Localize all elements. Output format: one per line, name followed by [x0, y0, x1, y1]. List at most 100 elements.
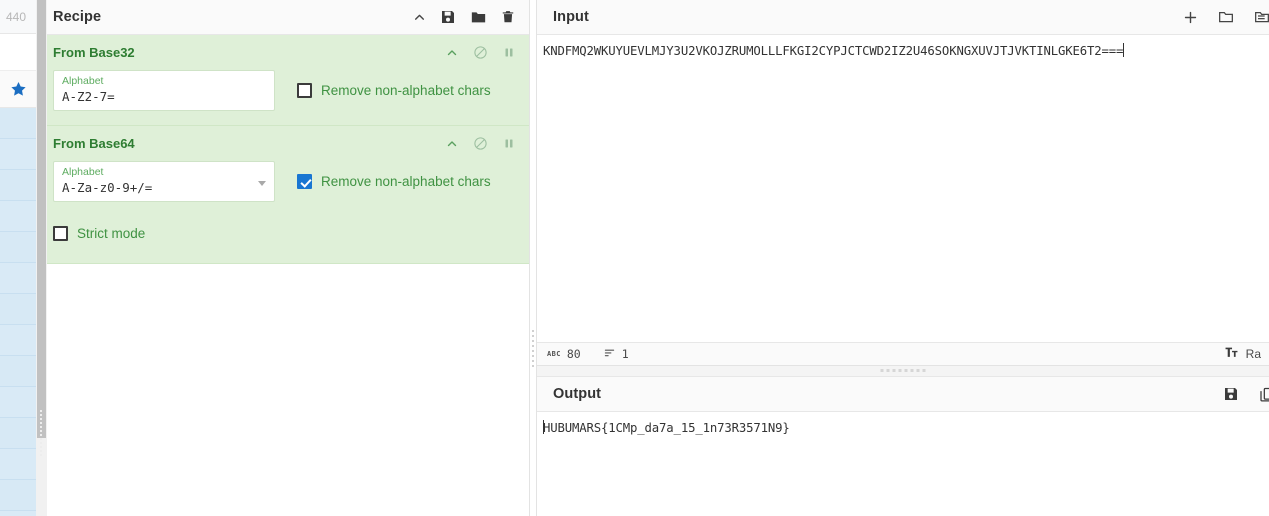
list-item[interactable] — [0, 356, 36, 387]
checkbox-label: Remove non-alphabet chars — [321, 83, 491, 98]
operation-arguments: Alphabet A-Za-z0-9+/= Remove non-alphabe… — [37, 157, 529, 212]
save-recipe-icon[interactable] — [440, 9, 456, 25]
checkbox-box[interactable] — [53, 226, 68, 241]
open-folder-icon[interactable] — [1217, 9, 1235, 25]
operation-controls — [446, 136, 515, 151]
input-title: Input — [553, 9, 589, 25]
output-value: HUBUMARS{1CMp_da7a_15_1n73R3571N9} — [543, 421, 790, 435]
alphabet-field[interactable]: Alphabet A-Z2-7= — [53, 70, 275, 111]
save-output-icon[interactable] — [1223, 386, 1239, 402]
list-item[interactable] — [0, 480, 36, 511]
lines-icon — [603, 347, 616, 361]
io-pane: Input KNDFMQ2WKUYUEVLMJY3U2VKOJZRUMOLLLF… — [537, 0, 1269, 516]
checkbox-box[interactable] — [297, 83, 312, 98]
output-title-bar: Output — [537, 377, 1269, 412]
list-item[interactable] — [0, 139, 36, 170]
input-length-value: 80 — [566, 347, 581, 361]
recipe-controls — [413, 9, 515, 25]
input-status-bar: ABC 80 1 Ra — [537, 342, 1269, 366]
output-title: Output — [553, 386, 602, 402]
remove-non-alphabet-chars-checkbox[interactable]: Remove non-alphabet chars — [297, 83, 491, 98]
collapse-operation-icon[interactable] — [446, 47, 458, 59]
output-editor[interactable]: HUBUMARS{1CMp_da7a_15_1n73R3571N9} — [537, 412, 1269, 516]
list-item[interactable] — [0, 387, 36, 418]
input-length-status: ABC 80 — [547, 347, 581, 361]
chevron-down-icon[interactable] — [258, 180, 266, 186]
output-controls — [1223, 386, 1269, 403]
splitter-grip-icon — [531, 330, 535, 370]
list-item[interactable] — [0, 263, 36, 294]
recipe-operation[interactable]: From Base64 Alphabet A-Za-z0-9+/= Remove… — [37, 126, 529, 264]
remove-non-alphabet-chars-checkbox[interactable]: Remove non-alphabet chars — [297, 174, 491, 189]
operation-title: From Base64 — [53, 136, 135, 151]
input-text[interactable]: KNDFMQ2WKUYUEVLMJY3U2VKOJZRUMOLLLFKGI2CY… — [543, 42, 1269, 60]
list-item[interactable] — [0, 294, 36, 325]
input-editor[interactable]: KNDFMQ2WKUYUEVLMJY3U2VKOJZRUMOLLLFKGI2CY… — [537, 35, 1269, 342]
add-input-tab-icon[interactable] — [1182, 9, 1199, 26]
recipe-title: Recipe — [53, 9, 102, 25]
checkbox-label: Strict mode — [77, 226, 146, 241]
breakpoint-operation-icon[interactable] — [503, 137, 515, 150]
alphabet-label: Alphabet — [62, 75, 104, 87]
operations-list[interactable] — [0, 108, 36, 516]
favourites-category[interactable] — [0, 71, 36, 108]
collapse-recipe-icon[interactable] — [413, 11, 426, 24]
alphabet-label: Alphabet — [62, 166, 104, 178]
clear-recipe-icon[interactable] — [501, 9, 515, 25]
text-size-icon[interactable] — [1224, 346, 1239, 362]
recipe-title-bar: Recipe — [37, 0, 529, 35]
scrollbar-grip-icon — [38, 408, 44, 456]
alphabet-field[interactable]: Alphabet A-Za-z0-9+/= — [53, 161, 275, 202]
alphabet-value: A-Za-z0-9+/= — [62, 180, 153, 195]
copy-output-icon[interactable] — [1259, 386, 1269, 403]
operation-arguments: Alphabet A-Z2-7= Remove non-alphabet cha… — [37, 66, 529, 121]
input-title-bar: Input — [537, 0, 1269, 35]
breakpoint-operation-icon[interactable] — [503, 46, 515, 59]
list-item[interactable] — [0, 418, 36, 449]
input-lines-value: 1 — [621, 347, 629, 361]
alphabet-value: A-Z2-7= — [62, 89, 115, 104]
list-item[interactable] — [0, 108, 36, 139]
operation-controls — [446, 45, 515, 60]
operations-search-input[interactable] — [0, 34, 36, 71]
splitter-grip-icon — [880, 369, 926, 372]
operation-header: From Base32 — [37, 35, 529, 66]
star-icon — [9, 80, 28, 98]
input-lines-status: 1 — [603, 347, 629, 361]
output-text[interactable]: HUBUMARS{1CMp_da7a_15_1n73R3571N9} — [543, 419, 1269, 437]
input-output-splitter[interactable] — [537, 366, 1269, 377]
collapse-operation-icon[interactable] — [446, 138, 458, 150]
input-status-right: Ra — [1224, 346, 1261, 362]
list-item[interactable] — [0, 325, 36, 356]
input-encoding-label[interactable]: Ra — [1246, 347, 1261, 361]
list-item[interactable] — [0, 449, 36, 480]
recipe-operation[interactable]: From Base32 Alphabet A-Z2-7= Remove non-… — [37, 35, 529, 126]
abc-length-icon: ABC — [547, 350, 561, 358]
operation-header: From Base64 — [37, 126, 529, 157]
operations-scrollbar[interactable] — [36, 0, 47, 516]
recipe-empty-area[interactable] — [37, 264, 529, 516]
load-recipe-icon[interactable] — [470, 9, 487, 25]
checkbox-box[interactable] — [297, 174, 312, 189]
recipe-pane: Recipe From Base32 Alphabet A-Z2-7= Remo… — [37, 0, 529, 516]
strict-mode-checkbox[interactable]: Strict mode — [37, 212, 529, 259]
output-section: Output HUBUMARS{1CMp_da7a_15_1n73R3571N9… — [537, 377, 1269, 516]
operations-pane: 440 — [0, 0, 37, 516]
cyberchef-app: 440 Recipe From Base32 Alphabet A-Z2-7= … — [0, 0, 1269, 516]
checkbox-label: Remove non-alphabet chars — [321, 174, 491, 189]
scrollbar-thumb[interactable] — [37, 0, 46, 438]
open-folder-list-icon[interactable] — [1253, 9, 1269, 25]
list-item[interactable] — [0, 511, 36, 516]
text-caret — [1123, 43, 1125, 57]
list-item[interactable] — [0, 201, 36, 232]
input-section: Input KNDFMQ2WKUYUEVLMJY3U2VKOJZRUMOLLLF… — [537, 0, 1269, 366]
recipe-io-splitter[interactable] — [529, 0, 537, 516]
list-item[interactable] — [0, 170, 36, 201]
operations-count: 440 — [0, 0, 36, 34]
recipe-operations-list[interactable]: From Base32 Alphabet A-Z2-7= Remove non-… — [37, 35, 529, 264]
list-item[interactable] — [0, 232, 36, 263]
disable-operation-icon[interactable] — [473, 136, 488, 151]
input-value: KNDFMQ2WKUYUEVLMJY3U2VKOJZRUMOLLLFKGI2CY… — [543, 44, 1124, 58]
operation-title: From Base32 — [53, 45, 135, 60]
disable-operation-icon[interactable] — [473, 45, 488, 60]
